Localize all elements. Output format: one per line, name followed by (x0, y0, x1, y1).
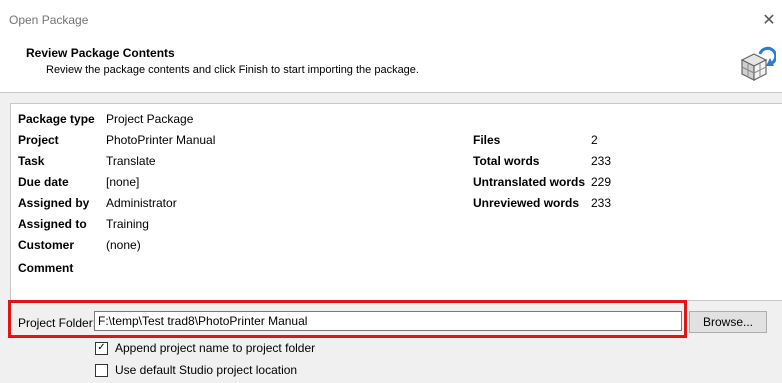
label-files: Files (473, 133, 501, 147)
label-comment: Comment (18, 261, 74, 275)
value-untranslated-words: 229 (591, 175, 612, 189)
default-location-option[interactable]: Use default Studio project location (95, 363, 297, 377)
value-assigned-to: Training (106, 217, 149, 231)
default-location-checkbox[interactable] (95, 363, 108, 377)
wizard-header: Review Package Contents Review the packa… (0, 40, 782, 93)
label-total-words: Total words (473, 154, 540, 168)
window-title: Open Package (9, 13, 89, 27)
label-untranslated-words: Untranslated words (473, 175, 586, 189)
append-project-name-label: Append project name to project folder (115, 341, 316, 355)
close-icon[interactable]: ✕ (756, 8, 782, 32)
label-task: Task (18, 154, 45, 168)
project-folder-label: Project Folder: (18, 316, 97, 330)
page-subtitle: Review the package contents and click Fi… (46, 64, 419, 76)
page-title: Review Package Contents (26, 46, 175, 60)
value-project: PhotoPrinter Manual (106, 133, 216, 147)
label-assigned-to: Assigned to (18, 217, 87, 231)
package-icon (740, 46, 776, 81)
title-bar: Open Package ✕ (0, 0, 782, 40)
value-due-date: [none] (106, 175, 140, 189)
value-assigned-by: Administrator (106, 196, 177, 210)
value-task: Translate (106, 154, 156, 168)
value-files: 2 (591, 133, 598, 147)
label-project: Project (18, 133, 59, 147)
value-customer: (none) (106, 238, 141, 252)
label-due-date: Due date (18, 175, 69, 189)
project-folder-input[interactable] (94, 311, 682, 331)
browse-button[interactable]: Browse... (689, 311, 767, 333)
value-total-words: 233 (591, 154, 612, 168)
label-package-type: Package type (18, 112, 95, 126)
default-location-label: Use default Studio project location (115, 363, 298, 377)
value-package-type: Project Package (106, 112, 194, 126)
label-customer: Customer (18, 238, 75, 252)
value-unreviewed-words: 233 (591, 196, 612, 210)
label-unreviewed-words: Unreviewed words (473, 196, 580, 210)
append-project-name-option[interactable]: ✓ Append project name to project folder (95, 341, 315, 355)
append-project-name-checkbox[interactable]: ✓ (95, 341, 108, 355)
label-assigned-by: Assigned by (18, 196, 90, 210)
